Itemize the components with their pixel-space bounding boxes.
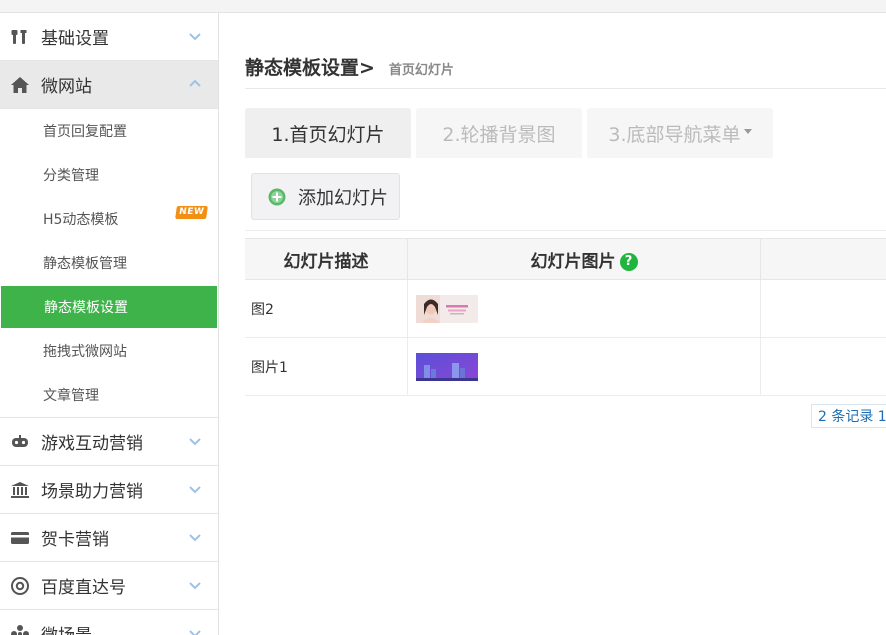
sidebar-item-label: 分类管理 xyxy=(43,168,99,184)
woman-portrait-thumbnail[interactable] xyxy=(416,294,478,323)
sidebar-group-label: 百度直达号 xyxy=(41,578,126,598)
sidebar-item-label: 文章管理 xyxy=(43,388,99,404)
at-icon xyxy=(10,576,30,596)
tab-bar: 1.首页幻灯片 2.轮播背景图 3.底部导航菜单 xyxy=(245,108,778,158)
chevron-up-icon xyxy=(189,79,201,87)
chevron-down-icon xyxy=(189,486,201,494)
table-cell-empty xyxy=(760,337,886,396)
tools-icon xyxy=(10,27,30,47)
chevron-down-icon xyxy=(189,438,201,446)
chevron-down-icon xyxy=(189,534,201,542)
sidebar-group-game-marketing[interactable]: 游戏互动营销 xyxy=(0,418,218,466)
home-icon xyxy=(10,75,30,95)
sidebar-item-static-template-manage[interactable]: 静态模板管理 xyxy=(0,241,218,285)
slides-table: 幻灯片描述 幻灯片图片? 图2 图片1 xyxy=(245,238,886,396)
table-cell-empty xyxy=(760,279,886,338)
plus-circle-icon xyxy=(268,188,286,205)
sidebar-group-label: 基础设置 xyxy=(41,29,109,49)
gamepad-icon xyxy=(10,432,30,452)
page-subtitle: 首页幻灯片 xyxy=(388,63,454,78)
tab-label: 1.首页幻灯片 xyxy=(271,123,385,146)
slide-description: 图2 xyxy=(245,279,408,338)
column-header-image: 幻灯片图片? xyxy=(407,238,761,280)
sidebar-item-articles[interactable]: 文章管理 xyxy=(0,373,218,417)
table-header-row: 幻灯片描述 幻灯片图片? xyxy=(245,238,886,280)
sidebar-item-label: H5动态模板 xyxy=(43,212,119,228)
tab-home-slides[interactable]: 1.首页幻灯片 xyxy=(245,108,411,158)
sidebar-group-label: 场景助力营销 xyxy=(41,482,143,502)
sidebar-group-micro-scene[interactable]: 微场景 xyxy=(0,610,218,635)
divider xyxy=(245,88,886,89)
pagination-info: 2 条记录 1 xyxy=(811,404,886,428)
tab-bottom-nav-menu[interactable]: 3.底部导航菜单 xyxy=(587,108,773,158)
sidebar-item-label: 拖拽式微网站 xyxy=(43,344,127,360)
sidebar-item-home-reply[interactable]: 首页回复配置 xyxy=(0,109,218,153)
column-header-description: 幻灯片描述 xyxy=(245,238,408,280)
sidebar-group-label: 贺卡营销 xyxy=(41,530,109,550)
sidebar-group-label: 微网站 xyxy=(41,77,92,97)
sidebar-group-micro-site[interactable]: 微网站 xyxy=(0,61,218,109)
flower-icon xyxy=(10,624,30,635)
sidebar-group-baidu[interactable]: 百度直达号 xyxy=(0,562,218,610)
sidebar-group-card-marketing[interactable]: 贺卡营销 xyxy=(0,514,218,562)
add-slide-button[interactable]: 添加幻灯片 xyxy=(251,173,400,220)
sidebar-group-basic-settings[interactable]: 基础设置 xyxy=(0,13,218,61)
table-row[interactable]: 图2 xyxy=(245,279,886,338)
sidebar-item-label: 静态模板设置 xyxy=(44,300,128,316)
sidebar-item-drag-site[interactable]: 拖拽式微网站 xyxy=(0,329,218,373)
sidebar-item-h5-template[interactable]: H5动态模板 NEW xyxy=(0,197,218,241)
page-title: 静态模板设置> xyxy=(245,57,375,79)
top-header-strip xyxy=(0,0,886,13)
new-badge: NEW xyxy=(175,206,209,219)
slide-description: 图片1 xyxy=(245,337,408,396)
sidebar-item-category[interactable]: 分类管理 xyxy=(0,153,218,197)
sidebar-group-label: 微场景 xyxy=(41,621,92,635)
caret-down-icon xyxy=(743,129,752,134)
tab-label: 3.底部导航菜单 xyxy=(608,123,741,146)
sidebar-group-scene-marketing[interactable]: 场景助力营销 xyxy=(0,466,218,514)
column-header-extra xyxy=(760,238,886,280)
divider xyxy=(245,230,886,231)
table-row[interactable]: 图片1 xyxy=(245,337,886,396)
bank-icon xyxy=(10,480,30,500)
sidebar-submenu: 首页回复配置 分类管理 H5动态模板 NEW 静态模板管理 静态模板设置 拖拽式… xyxy=(0,109,218,417)
help-icon[interactable]: ? xyxy=(619,252,638,271)
chevron-down-icon xyxy=(189,630,201,635)
chevron-down-icon xyxy=(189,582,201,590)
purple-city-thumbnail[interactable] xyxy=(416,352,478,381)
tab-carousel-background[interactable]: 2.轮播背景图 xyxy=(416,108,582,158)
card-icon xyxy=(10,528,30,548)
sidebar-item-static-template-settings[interactable]: 静态模板设置 xyxy=(1,286,217,328)
add-slide-label: 添加幻灯片 xyxy=(298,187,388,209)
sidebar-group-label: 游戏互动营销 xyxy=(41,434,143,454)
page-heading: 静态模板设置> 首页幻灯片 xyxy=(245,53,454,80)
sidebar-item-label: 首页回复配置 xyxy=(43,124,127,140)
slide-image-cell xyxy=(407,337,761,396)
slide-image-cell xyxy=(407,279,761,338)
sidebar-item-label: 静态模板管理 xyxy=(43,256,127,272)
chevron-down-icon xyxy=(189,33,201,41)
sidebar: 基础设置 微网站 首页回复配置 分类管理 H5动态模板 NEW 静态模板管理 静… xyxy=(0,13,219,635)
tab-label: 2.轮播背景图 xyxy=(442,123,556,146)
